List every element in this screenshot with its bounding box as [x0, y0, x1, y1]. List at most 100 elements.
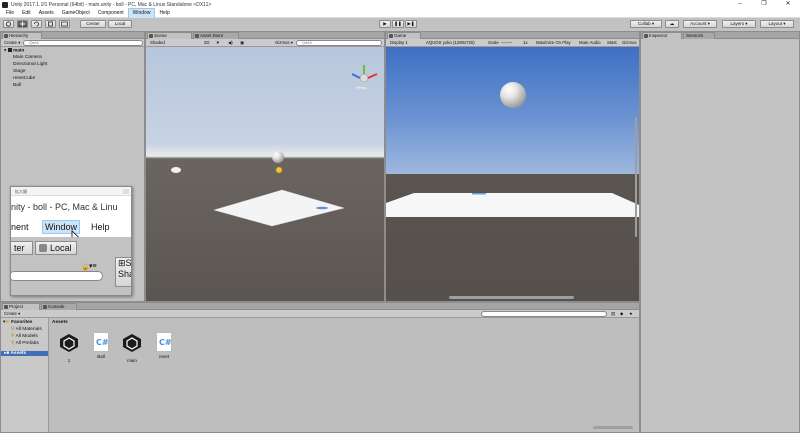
hierarchy-create-button[interactable]: Create ▾ [2, 40, 22, 46]
favorites-row[interactable]: ▾★ Favorites [3, 320, 32, 325]
tab-project[interactable]: Project [2, 303, 40, 310]
menu-window[interactable]: Window [127, 7, 156, 19]
game-viewport[interactable] [386, 47, 639, 301]
magnified-scene-tab: ⊞S Sha [115, 257, 132, 287]
camera-gizmo-icon[interactable] [274, 165, 284, 175]
favorite-all-prefabs[interactable]: ⚲ All Prefabs [11, 341, 39, 346]
stage-plane[interactable] [210, 188, 346, 228]
asset-item-ball[interactable]: C# Ball [89, 332, 113, 359]
magnified-grid-icon: ⊞ [118, 258, 126, 268]
step-button[interactable]: ▶❚ [405, 20, 417, 28]
scale-tool-button[interactable] [45, 20, 56, 28]
hierarchy-search-input[interactable]: Q▾All [23, 40, 143, 46]
unity-scene-icon [60, 334, 78, 352]
ball-object[interactable] [272, 151, 284, 163]
pause-button[interactable]: ❚❚ [392, 20, 404, 28]
tab-services[interactable]: Services [683, 32, 715, 39]
favorite-all-materials[interactable]: ⚲ All Materials [11, 327, 42, 332]
favorites-label: Favorites [11, 320, 33, 325]
scene-gizmos-dropdown[interactable]: Gizmos ▾ [273, 40, 295, 46]
tab-console[interactable]: Console [41, 303, 77, 310]
assets-folder-row[interactable]: ▸■ Assets [1, 351, 48, 356]
magnifier-caption: 拡大鏡 [11, 187, 131, 196]
hierarchy-item-ball[interactable]: Ball [13, 83, 21, 88]
window-controls: – ❐ ✕ [728, 0, 800, 9]
tab-hierarchy[interactable]: Hierarchy [2, 32, 42, 39]
minimize-button[interactable]: – [728, 0, 752, 9]
menu-file[interactable]: File [2, 9, 18, 18]
magnified-shaded-label: Sha [118, 269, 131, 279]
folder-icon: ▸■ [4, 351, 10, 356]
tab-asset-store[interactable]: Asset Store [193, 32, 239, 39]
pivot-local-button[interactable]: Local [108, 20, 132, 28]
filter-by-label-icon[interactable]: ◆ [618, 311, 625, 317]
project-search-input[interactable] [481, 311, 607, 317]
hierarchy-item-resetcube[interactable]: resetCube [13, 76, 35, 81]
menu-edit[interactable]: Edit [18, 9, 35, 18]
favorite-star-icon[interactable]: ★ [627, 311, 635, 317]
game-view-vscrollbar[interactable] [635, 117, 637, 237]
stats-toggle[interactable]: Stats [605, 40, 619, 46]
rect-tool-button[interactable] [59, 20, 70, 28]
scene-root-label: main [13, 48, 25, 54]
magnified-scene-tab-label: S [125, 258, 132, 268]
menu-component[interactable]: Component [94, 9, 128, 18]
resolution-dropdown[interactable]: AQUOS yoko (1280x720) [424, 40, 477, 46]
directional-light-icon[interactable] [170, 165, 182, 175]
search-icon: ⚲ [11, 327, 15, 332]
maximize-button[interactable]: ❐ [752, 0, 776, 9]
game-view-scrollbar[interactable] [449, 296, 574, 299]
icon-size-slider[interactable] [593, 426, 633, 429]
maximize-on-play-toggle[interactable]: Maximize On Play [534, 40, 573, 46]
rotate-tool-button[interactable] [31, 20, 42, 28]
asset-item-reset[interactable]: C# reset [152, 332, 176, 359]
asset-item-main[interactable]: main [120, 332, 144, 363]
scene-viewport[interactable]: Persp [146, 47, 384, 301]
mute-audio-toggle[interactable]: Mute Audio [577, 40, 603, 46]
account-dropdown[interactable]: Account ▾ [683, 20, 717, 28]
menu-assets[interactable]: Assets [35, 9, 58, 18]
hierarchy-item-directional-light[interactable]: Directional Light [13, 62, 47, 67]
scene-effects-icon[interactable]: ▣ [238, 40, 246, 46]
magnifier-close-icon[interactable] [123, 189, 129, 194]
display-dropdown[interactable]: Display 1 [388, 40, 410, 46]
asset-store-tab-icon [195, 34, 199, 38]
cloud-button[interactable]: ☁ [665, 20, 679, 28]
project-create-button[interactable]: Create ▾ [2, 311, 22, 317]
collab-dropdown[interactable]: Collab ▾ [630, 20, 662, 28]
shading-mode-dropdown[interactable]: Shaded [148, 40, 167, 46]
scene-search-input[interactable]: Q▾All [296, 40, 382, 46]
hierarchy-item-main-camera[interactable]: Main Camera [13, 55, 42, 60]
scene-root-row[interactable]: ▾ main [4, 48, 24, 53]
game-gizmos-toggle[interactable]: Gizmos [620, 40, 639, 46]
filter-by-type-icon[interactable]: ▤ [609, 311, 617, 317]
layout-dropdown[interactable]: Layout ▾ [760, 20, 794, 28]
hierarchy-item-stage[interactable]: Stage [13, 69, 26, 74]
favorite-all-models[interactable]: ⚲ All Models [11, 334, 38, 339]
move-tool-button[interactable] [17, 20, 28, 28]
game-tab-icon [389, 34, 393, 38]
game-panel: Game Display 1 AQUOS yoko (1280x720) Sca… [385, 31, 640, 302]
scene-lighting-icon[interactable]: ✷ [214, 40, 222, 46]
menu-gameobject[interactable]: GameObject [58, 9, 94, 18]
scale-slider[interactable]: —○— [499, 40, 514, 46]
scene-audio-icon[interactable]: ◀) [226, 40, 235, 46]
asset-item-1[interactable]: 1 [57, 332, 81, 363]
magnified-menu-component: nent [11, 222, 29, 232]
menu-help[interactable]: Help [155, 9, 173, 18]
tab-scene[interactable]: Scene [147, 32, 192, 39]
tab-inspector[interactable]: Inspector [642, 32, 682, 39]
hierarchy-tabstrip: Hierarchy [1, 32, 144, 39]
inspector-tab-icon [644, 34, 648, 38]
close-button[interactable]: ✕ [776, 0, 800, 9]
favorite-all-materials-label: All Materials [15, 327, 42, 332]
project-subbar: Create ▾ ▤ ◆ ★ [1, 310, 639, 318]
play-button[interactable]: ▶ [379, 20, 391, 28]
layers-dropdown[interactable]: Layers ▾ [722, 20, 756, 28]
inspector-tabstrip: Inspector Services [641, 32, 799, 39]
pivot-center-button[interactable]: Center [80, 20, 106, 28]
hand-tool-button[interactable] [3, 20, 14, 28]
tab-game[interactable]: Game [387, 32, 421, 39]
magnified-toolbar: ter Local 🔒 ▾≡ ⊞S Sha [11, 237, 132, 295]
scene-2d-toggle[interactable]: 2D [202, 40, 212, 46]
